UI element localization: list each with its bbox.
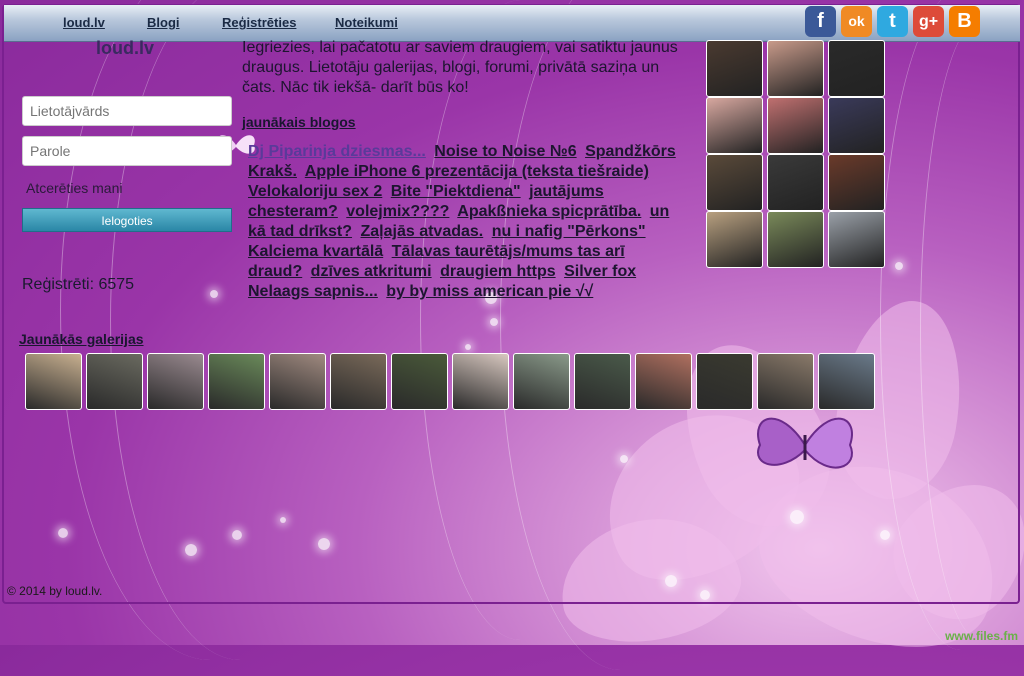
registered-count: Reģistrēti: 6575 <box>22 276 135 293</box>
nav-register-link[interactable]: Reģistrēties <box>222 15 296 30</box>
latest-galleries-heading[interactable]: Jaunākās galerijas <box>19 331 144 347</box>
latest-blogs-heading[interactable]: jaunākais blogos <box>242 114 356 130</box>
intro-text: Iegriezies, lai pačatotu ar saviem draug… <box>242 39 678 96</box>
blog-link[interactable]: Noise to Noise №6 <box>434 143 576 160</box>
gallery-thumbnail[interactable] <box>147 353 204 410</box>
blog-link[interactable]: dzīves atkritumi <box>311 263 432 280</box>
gallery-thumbnail[interactable] <box>208 353 265 410</box>
odnoklassniki-icon[interactable]: ok <box>841 6 872 37</box>
user-photo-thumbnail[interactable] <box>767 97 824 154</box>
gallery-thumbnail[interactable] <box>330 353 387 410</box>
site-title: loud.lv <box>96 38 154 58</box>
nav-blogs-link[interactable]: Blogi <box>147 15 180 30</box>
gallery-thumbnail[interactable] <box>574 353 631 410</box>
blog-link[interactable]: Zaļajās atvadas. <box>360 223 483 240</box>
user-photo-thumbnail[interactable] <box>767 154 824 211</box>
user-photo-thumbnail[interactable] <box>828 40 885 97</box>
gallery-thumbnail[interactable] <box>818 353 875 410</box>
google-plus-icon[interactable]: g+ <box>913 6 944 37</box>
user-photo-thumbnail[interactable] <box>828 211 885 268</box>
gallery-thumbnail[interactable] <box>452 353 509 410</box>
user-photo-thumbnail[interactable] <box>706 40 763 97</box>
username-input[interactable] <box>22 96 232 126</box>
blog-link[interactable]: volejmix???? <box>346 203 449 220</box>
latest-blogs-list: Dj Piparinja dziesmas... Noise to Noise … <box>248 142 678 302</box>
blog-link[interactable]: Silver fox <box>564 263 636 280</box>
gallery-thumbnail[interactable] <box>513 353 570 410</box>
user-photo-thumbnail[interactable] <box>706 154 763 211</box>
user-photo-thumbnail[interactable] <box>706 97 763 154</box>
blog-link[interactable]: Bite "Piektdiena" <box>391 183 521 200</box>
user-photo-thumbnail[interactable] <box>828 97 885 154</box>
user-photo-thumbnail[interactable] <box>828 154 885 211</box>
gallery-thumbnail[interactable] <box>25 353 82 410</box>
password-input[interactable] <box>22 136 232 166</box>
blogger-icon[interactable]: B <box>949 6 980 37</box>
blog-link[interactable]: by by miss american pie √√ <box>386 283 593 300</box>
footer-copyright: © 2014 by loud.lv. <box>7 584 103 598</box>
login-button[interactable]: Ielogoties <box>22 208 232 232</box>
nav-home-link[interactable]: loud.lv <box>63 15 105 30</box>
twitter-icon[interactable]: t <box>877 6 908 37</box>
gallery-thumbnail[interactable] <box>391 353 448 410</box>
gallery-thumbnail[interactable] <box>757 353 814 410</box>
remember-me-label[interactable]: Atcerēties mani <box>26 180 122 196</box>
blog-link[interactable]: Apakßnieka spicprātība. <box>457 203 641 220</box>
gallery-thumbnail[interactable] <box>86 353 143 410</box>
blog-link[interactable]: draugiem https <box>440 263 556 280</box>
watermark: www.files.fm <box>945 629 1018 643</box>
facebook-icon[interactable]: f <box>805 6 836 37</box>
blog-link[interactable]: Velokaloriju sex 2 <box>248 183 382 200</box>
user-photo-thumbnail[interactable] <box>767 211 824 268</box>
blog-link[interactable]: Apple iPhone 6 prezentācija (teksta tieš… <box>305 163 649 180</box>
blog-link[interactable]: Dj Piparinja dziesmas... <box>248 143 426 160</box>
user-photo-thumbnail[interactable] <box>706 211 763 268</box>
blog-link[interactable]: Nelaags sapnis... <box>248 283 378 300</box>
user-photo-thumbnail[interactable] <box>767 40 824 97</box>
nav-rules-link[interactable]: Noteikumi <box>335 15 398 30</box>
gallery-thumbnail[interactable] <box>635 353 692 410</box>
gallery-thumbnail[interactable] <box>696 353 753 410</box>
gallery-thumbnail[interactable] <box>269 353 326 410</box>
